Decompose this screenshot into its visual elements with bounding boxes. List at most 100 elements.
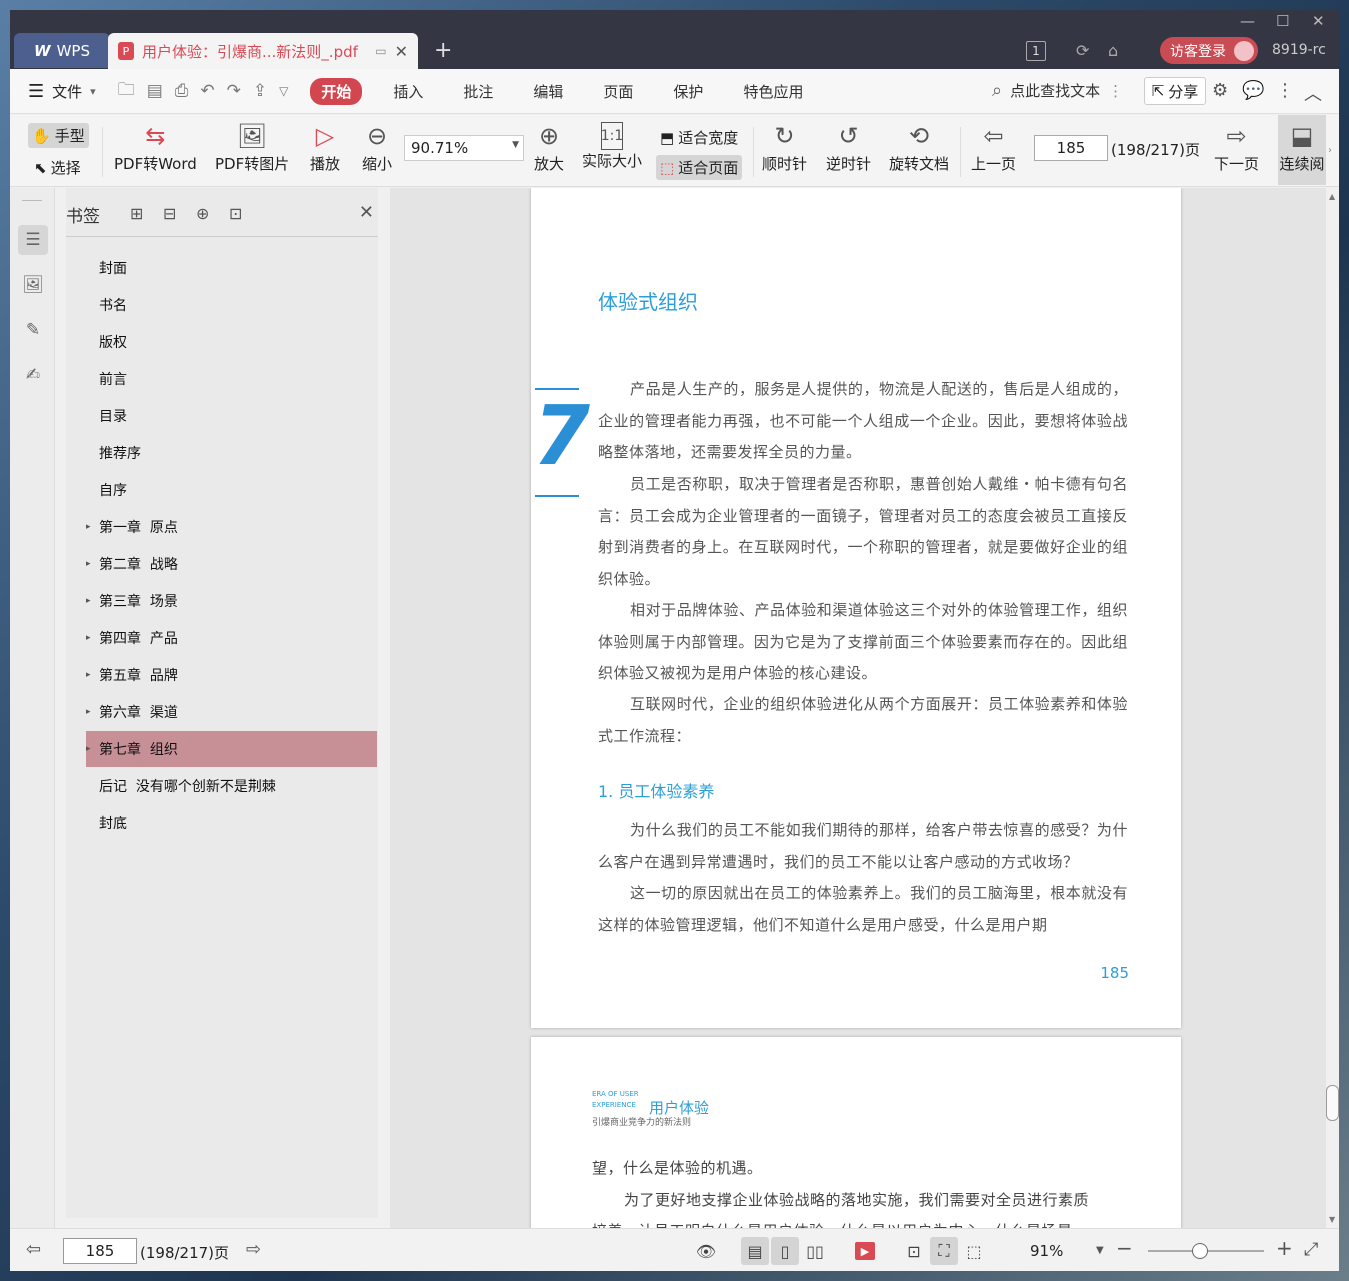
kebab-icon[interactable]: ⋮ <box>1108 82 1123 100</box>
rotate-document-button[interactable]: ⟲ 旋转文档 <box>889 119 949 174</box>
tab-page[interactable]: 页面 <box>592 78 644 105</box>
bookmark-item[interactable]: 目录 <box>86 398 377 434</box>
print-icon[interactable]: ⎙ <box>175 81 189 101</box>
collapse-ribbon-icon[interactable]: ︿ <box>1304 80 1322 106</box>
bookmark-item[interactable]: 前言 <box>86 361 377 397</box>
previous-page-button[interactable]: ⇦ 上一页 <box>971 119 1016 174</box>
tab-start[interactable]: 开始 <box>310 77 363 105</box>
signature-icon[interactable]: ✍ <box>18 360 48 390</box>
new-tab-plus-icon[interactable]: + <box>434 38 452 63</box>
save-icon[interactable]: ▤ <box>147 81 163 101</box>
collapse-all-icon[interactable]: ⊟ <box>163 204 176 223</box>
scroll-up-icon[interactable]: ▲ <box>1329 192 1335 201</box>
select-tool-button[interactable]: ⬉ 选择 <box>30 155 85 180</box>
zoom-dropdown-icon[interactable]: ▼ <box>1096 1245 1104 1256</box>
document-tab[interactable]: P 用户体验：引爆商...新法则_.pdf ▭ ✕ <box>108 33 418 69</box>
scrollbar-thumb[interactable] <box>1326 1085 1339 1121</box>
tab-protect[interactable]: 保护 <box>662 78 714 105</box>
expand-all-icon[interactable]: ⊞ <box>130 204 143 223</box>
pdf-to-word-button[interactable]: ⇆ PDF转Word <box>114 119 197 174</box>
expand-arrow-icon[interactable]: ▸ <box>86 559 91 569</box>
slideshow-play-icon[interactable]: ▶ <box>851 1237 879 1265</box>
close-window-icon[interactable]: ✕ <box>1312 12 1325 30</box>
hand-tool-button[interactable]: ✋ 手型 <box>28 123 89 148</box>
bookmark-item[interactable]: ▸ 第一章 原点 <box>86 509 377 545</box>
file-menu[interactable]: ☰ 文件 ▾ <box>10 81 106 102</box>
bookmark-item[interactable]: 书名 <box>86 287 377 323</box>
expand-arrow-icon[interactable]: ▸ <box>86 707 91 717</box>
bookmark-item[interactable]: 封面 <box>86 250 377 286</box>
double-page-view-icon[interactable]: ▯▯ <box>801 1237 829 1265</box>
rotate-clockwise-button[interactable]: ↻ 顺时针 <box>762 119 807 174</box>
next-page-button[interactable]: ⇨ 下一页 <box>1214 119 1259 174</box>
expand-arrow-icon[interactable]: ▸ <box>86 596 91 606</box>
cloud-sync-icon[interactable]: ⟳ <box>1076 41 1089 60</box>
zoom-slider-knob[interactable] <box>1192 1243 1209 1259</box>
minimize-icon[interactable]: — <box>1240 12 1255 30</box>
tab-close-icon[interactable]: ✕ <box>395 42 408 61</box>
settings-gear-icon[interactable]: ⚙ <box>1212 80 1228 101</box>
scroll-down-icon[interactable]: ▼ <box>1329 1215 1335 1224</box>
fit-width-icon[interactable]: ⬚ <box>960 1237 988 1265</box>
redo-icon[interactable]: ↷ <box>227 81 241 101</box>
window-count-badge[interactable]: 1 <box>1026 41 1046 61</box>
bookmark-item[interactable]: ▸ 第七章 组织 <box>86 731 377 767</box>
actual-size-button[interactable]: 1:1 实际大小 <box>582 119 642 171</box>
bookmark-item[interactable]: 封底 <box>86 805 377 841</box>
page-number-input[interactable]: 185 <box>1034 135 1108 161</box>
wps-home-tab[interactable]: W WPS <box>14 33 110 68</box>
status-prev-page-icon[interactable]: ⇦ <box>26 1239 41 1260</box>
zoom-level-select[interactable]: 90.71% ▼ <box>404 135 524 161</box>
zoom-out-button[interactable]: ⊖ 缩小 <box>362 119 392 174</box>
bookmark-list-icon[interactable]: ☰ <box>18 225 48 255</box>
pdf-to-image-button[interactable]: 🖼 PDF转图片 <box>215 119 289 174</box>
find-text-search[interactable]: ⌕ 点此查找文本 ⋮ <box>992 80 1123 101</box>
bookmark-item[interactable]: ▸ 第三章 场景 <box>86 583 377 619</box>
bookmark-item[interactable]: ▸ 第六章 渠道 <box>86 694 377 730</box>
open-folder-icon[interactable]: 🗀 <box>118 77 135 106</box>
ribbon-scroll-right-icon[interactable]: › <box>1328 145 1332 156</box>
status-zoom-value[interactable]: 91% <box>1030 1242 1063 1260</box>
actual-size-icon[interactable]: ⊡ <box>900 1237 928 1265</box>
zoom-in-button[interactable]: ⊕ 放大 <box>534 119 564 174</box>
bookmark-item[interactable]: ▸ 第四章 产品 <box>86 620 377 656</box>
fullscreen-icon[interactable]: ⤢ <box>1304 1239 1318 1260</box>
maximize-icon[interactable]: ☐ <box>1276 12 1289 30</box>
more-dropdown-icon[interactable]: ▽ <box>279 84 288 98</box>
bookmark-item[interactable]: ▸ 第二章 战略 <box>86 546 377 582</box>
rotate-counterclockwise-button[interactable]: ↺ 逆时针 <box>826 119 871 174</box>
share-button[interactable]: ⇱ 分享 <box>1144 77 1206 105</box>
continuous-view-icon[interactable]: ▤ <box>741 1237 769 1265</box>
bookmark-icon[interactable]: ⊡ <box>229 204 242 223</box>
expand-arrow-icon[interactable]: ▸ <box>86 633 91 643</box>
bookmark-item[interactable]: 自序 <box>86 472 377 508</box>
single-page-view-icon[interactable]: ▯ <box>771 1237 799 1265</box>
add-bookmark-icon[interactable]: ⊕ <box>196 204 209 223</box>
continuous-read-button[interactable]: ⬓ 连续阅 <box>1278 115 1326 185</box>
play-button[interactable]: ▷ 播放 <box>310 119 340 174</box>
tab-edit[interactable]: 编辑 <box>522 78 574 105</box>
more-icon[interactable]: ⋮ <box>1276 80 1294 101</box>
expand-arrow-icon[interactable]: ▸ <box>86 744 91 754</box>
bookmark-item[interactable]: 后记 没有哪个创新不是荆棘 <box>86 768 377 804</box>
expand-arrow-icon[interactable]: ▸ <box>86 670 91 680</box>
export-icon[interactable]: ⇪ <box>253 81 267 101</box>
monitor-icon[interactable]: ▭ <box>375 44 386 58</box>
zoom-out-minus-icon[interactable]: − <box>1116 1236 1133 1260</box>
tab-insert[interactable]: 插入 <box>382 78 434 105</box>
zoom-in-plus-icon[interactable]: + <box>1276 1236 1293 1260</box>
tab-annotate[interactable]: 批注 <box>452 78 504 105</box>
eye-protection-icon[interactable]: 👁 <box>692 1237 720 1265</box>
tab-special[interactable]: 特色应用 <box>732 78 814 105</box>
expand-arrow-icon[interactable]: ▸ <box>86 522 91 532</box>
bookmark-item[interactable]: ▸ 第五章 品牌 <box>86 657 377 693</box>
document-view[interactable]: 体验式组织 7 产品是人生产的，服务是人提供的，物流是人配送的，售后是人组成的，… <box>390 188 1326 1228</box>
thumbnail-image-icon[interactable]: 🖼 <box>18 270 48 300</box>
zoom-slider[interactable] <box>1148 1243 1264 1259</box>
status-next-page-icon[interactable]: ⇨ <box>246 1239 261 1260</box>
comment-icon[interactable]: 💬 <box>1242 80 1264 101</box>
bookmark-item[interactable]: 推荐序 <box>86 435 377 471</box>
undo-icon[interactable]: ↶ <box>200 81 214 101</box>
fit-page-icon[interactable]: ⛶ <box>930 1237 958 1265</box>
skin-shirt-icon[interactable]: ⌂ <box>1108 41 1118 60</box>
